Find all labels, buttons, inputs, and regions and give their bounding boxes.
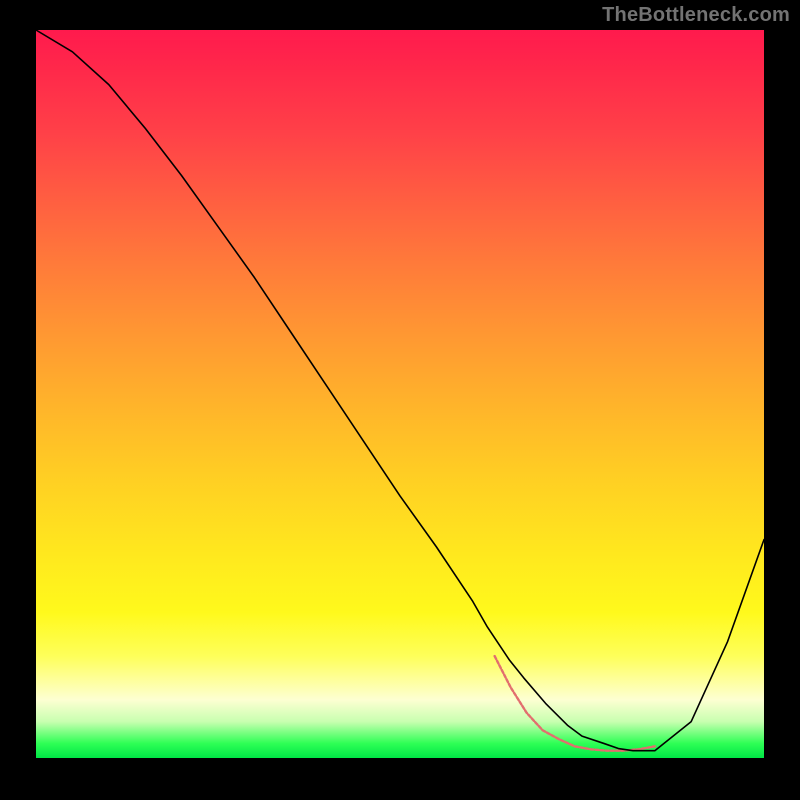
curve-path <box>36 30 764 751</box>
watermark-label: TheBottleneck.com <box>602 4 790 27</box>
chart-svg <box>36 30 764 758</box>
chart-canvas: TheBottleneck.com <box>0 0 800 800</box>
plot-area <box>36 30 764 758</box>
